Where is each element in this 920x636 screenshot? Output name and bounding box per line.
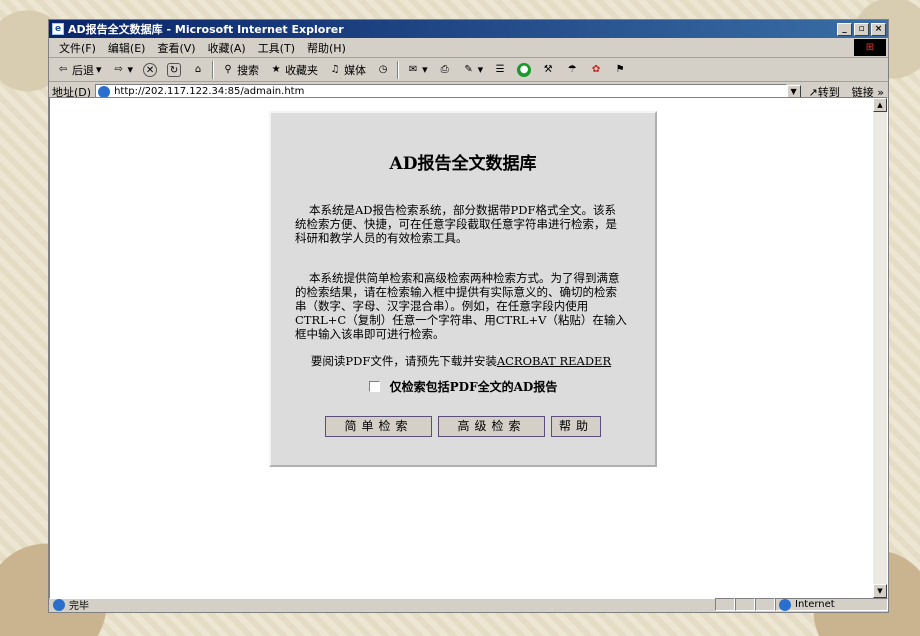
research-button[interactable]: ⚑ (610, 63, 630, 77)
status-text: 完毕 (69, 601, 89, 612)
translate-icon: ✿ (591, 63, 601, 75)
pdf-only-label: 仅检索包括PDF全文的AD报告 (389, 380, 558, 394)
favorites-icon: ★ (271, 63, 281, 75)
messenger-button[interactable]: ● (514, 62, 534, 77)
close-button[interactable]: × (871, 22, 886, 36)
media-icon: ♫ (330, 63, 340, 75)
menu-file[interactable]: 文件(F) (53, 40, 102, 56)
menu-favorites[interactable]: 收藏(A) (202, 40, 252, 56)
done-page-icon (53, 598, 65, 611)
advanced-search-button[interactable]: 高级检索 (438, 416, 545, 437)
pdf-note-text: 要阅读PDF文件，请预先下载并安装 (310, 354, 497, 368)
scroll-up-icon[interactable]: ▲ (873, 98, 887, 112)
edit-icon: ✎ (464, 63, 473, 75)
scroll-down-icon[interactable]: ▼ (873, 584, 887, 598)
print-icon: ⎙ (440, 63, 449, 75)
menu-help[interactable]: 帮助(H) (301, 40, 352, 56)
status-cell (715, 598, 735, 611)
restore-button[interactable]: ▫ (854, 22, 869, 36)
search-buttons: 简单检索 高级检索 帮助 (271, 416, 655, 437)
browser-window: e AD报告全文数据库 - Microsoft Internet Explore… (48, 19, 889, 613)
forward-button[interactable]: ⇨ ▾ (109, 63, 137, 77)
security-zone: Internet (775, 598, 888, 611)
lookup-icon: ☂ (567, 63, 577, 75)
intro-panel: AD报告全文数据库 本系统是AD报告检索系统，部分数据带PDF格式全文。该系统检… (269, 111, 657, 467)
history-button[interactable]: ◷ (373, 63, 393, 77)
vertical-scrollbar[interactable]: ▲ ▼ (873, 98, 887, 598)
refresh-button[interactable]: ↻ (164, 62, 184, 77)
back-label: 后退 (72, 63, 94, 77)
wrench-icon: ⚒ (543, 63, 553, 75)
menu-view[interactable]: 查看(V) (151, 40, 201, 56)
home-button[interactable]: ⌂ (188, 63, 208, 77)
menu-bar: 文件(F) 编辑(E) 查看(V) 收藏(A) 工具(T) 帮助(H) ⊞ (49, 38, 888, 58)
tools-button[interactable]: ⚒ (538, 63, 558, 77)
media-label: 媒体 (344, 63, 367, 77)
intro-paragraph: 本系统是AD报告检索系统，部分数据带PDF格式全文。该系统检索方便、快捷，可在任… (295, 203, 617, 245)
minimize-button[interactable]: _ (837, 22, 852, 36)
page-content: AD报告全文数据库 本系统是AD报告检索系统，部分数据带PDF格式全文。该系统检… (49, 97, 888, 599)
search-label: 搜索 (237, 63, 260, 77)
forward-arrow-icon: ⇨ (114, 63, 123, 75)
translate-button[interactable]: ✿ (586, 63, 606, 77)
home-icon: ⌂ (194, 63, 202, 75)
pdf-note: 要阅读PDF文件，请预先下载并安装ACROBAT READER (295, 354, 627, 368)
window-title: AD报告全文数据库 - Microsoft Internet Explorer (68, 23, 344, 36)
address-url: http://202.117.122.34:85/admain.htm (114, 86, 305, 97)
zone-label: Internet (795, 599, 835, 610)
ie-icon: e (52, 23, 64, 35)
pdf-only-option: 仅检索包括PDF全文的AD报告 (271, 378, 655, 395)
toolbar: ⇦ 后退 ▾ ⇨ ▾ ✕ ↻ ⌂ ⚲ 搜索 ★ 收藏夹 ♫ 媒体 ◷ ✉ ▾ ⎙ ✎ ▾ ☰ ●… (49, 58, 888, 82)
toolbar-separator (212, 60, 215, 79)
status-bar: 完毕 Internet (49, 597, 888, 612)
stop-button[interactable]: ✕ (140, 62, 160, 77)
history-icon: ◷ (378, 63, 388, 75)
page-title: AD报告全文数据库 (389, 154, 537, 174)
favorites-label: 收藏夹 (285, 63, 319, 77)
search-button[interactable]: ⚲ 搜索 (218, 62, 262, 78)
print-button[interactable]: ⎙ (435, 63, 455, 77)
search-icon: ⚲ (224, 63, 232, 75)
menu-tools[interactable]: 工具(T) (252, 40, 301, 56)
page-icon (98, 85, 111, 98)
windows-logo-icon: ⊞ (854, 39, 886, 56)
internet-globe-icon (779, 598, 791, 611)
lookup-button[interactable]: ☂ (562, 63, 582, 77)
discuss-button[interactable]: ☰ (490, 63, 510, 77)
favorites-button[interactable]: ★ 收藏夹 (266, 62, 321, 78)
status-cell (735, 598, 755, 611)
edit-button[interactable]: ✎ ▾ (459, 63, 487, 77)
usage-paragraph: 本系统提供简单检索和高级检索两种检索方式。为了得到满意的检索结果，请在检索输入框… (295, 271, 627, 341)
mail-button[interactable]: ✉ ▾ (403, 63, 431, 77)
help-button[interactable]: 帮助 (551, 416, 601, 437)
toolbar-separator (397, 60, 400, 79)
stop-icon: ✕ (143, 62, 158, 77)
research-icon: ⚑ (615, 63, 625, 75)
pdf-only-checkbox[interactable] (368, 381, 380, 392)
status-cell (755, 598, 775, 611)
refresh-icon: ↻ (167, 62, 182, 77)
acrobat-reader-link[interactable]: ACROBAT READER (497, 354, 611, 368)
media-button[interactable]: ♫ 媒体 (325, 62, 369, 78)
back-button[interactable]: ⇦ 后退 ▾ (53, 62, 105, 78)
back-arrow-icon: ⇦ (58, 63, 68, 75)
messenger-icon: ● (517, 62, 532, 77)
menu-edit[interactable]: 编辑(E) (102, 40, 152, 56)
simple-search-button[interactable]: 简单检索 (325, 416, 432, 437)
title-bar: e AD报告全文数据库 - Microsoft Internet Explore… (49, 20, 888, 38)
mail-icon: ✉ (408, 63, 418, 75)
discuss-icon: ☰ (495, 63, 505, 75)
